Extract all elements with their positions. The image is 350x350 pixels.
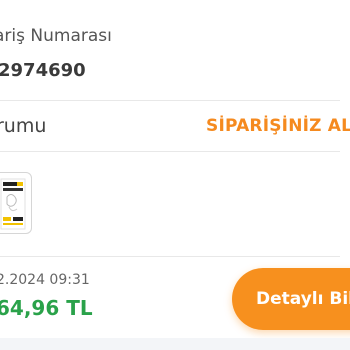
order-status-value: SİPARİŞİNİZ ALI [206,116,350,136]
product-package-image [0,178,26,230]
order-number-value: 2974690 [0,60,86,81]
divider [0,256,340,257]
order-total-price: 64,96 TL [0,296,93,320]
order-status-label: rumu [0,115,47,137]
divider [0,151,340,152]
order-number-label: ariş Numarası [0,26,112,46]
order-date: 2.2024 09:31 [0,272,90,288]
order-details-button[interactable]: Detaylı Bilg [232,268,350,330]
product-thumbnail[interactable] [0,172,32,234]
order-card: ariş Numarası 2974690 rumu SİPARİŞİNİZ A… [0,0,350,338]
divider [0,100,340,101]
